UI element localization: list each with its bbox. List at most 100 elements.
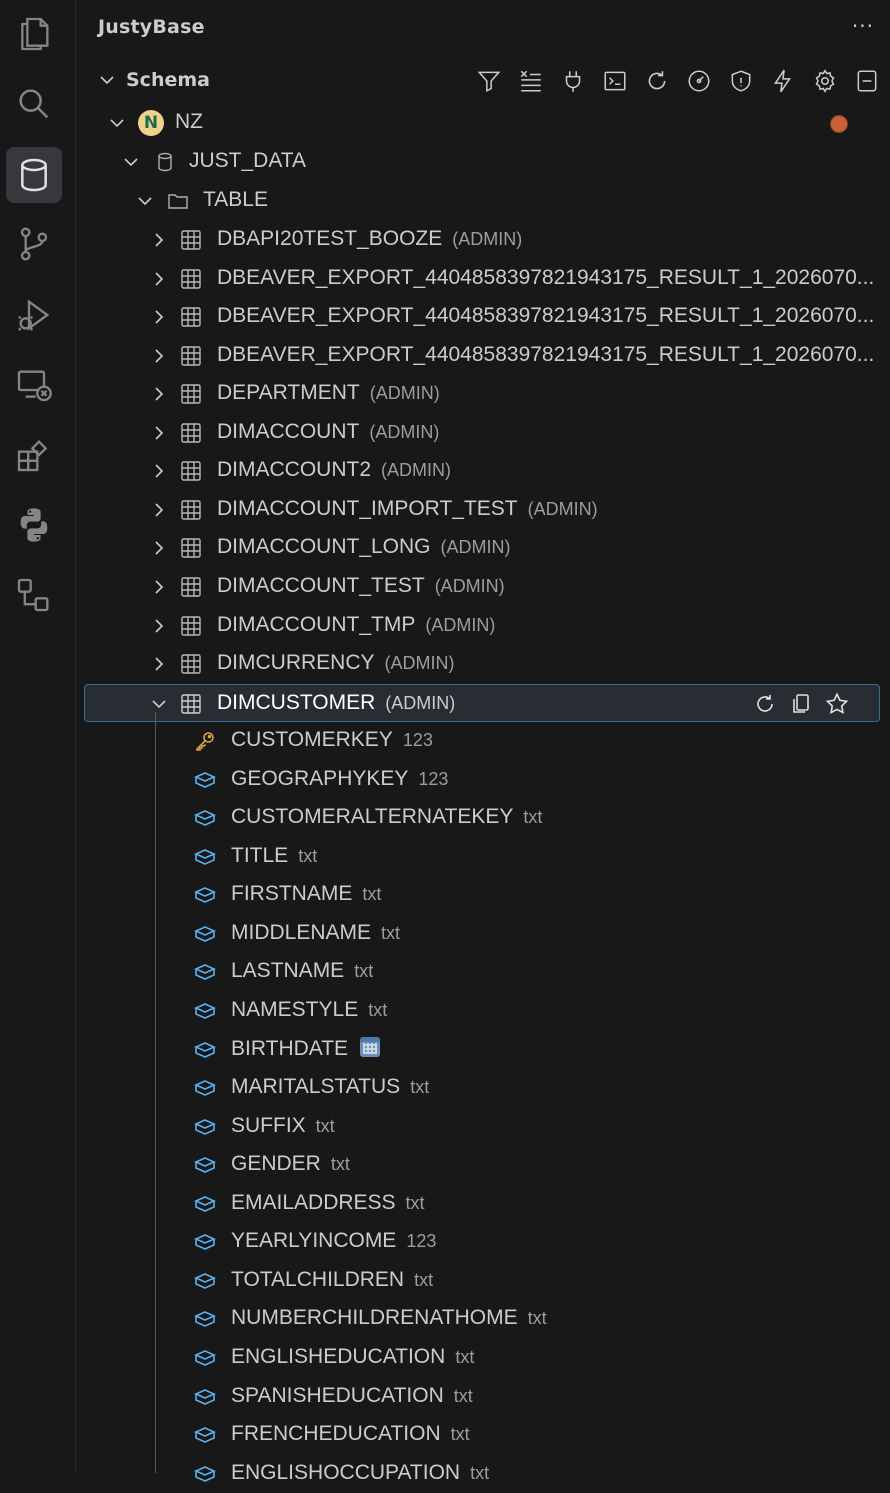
clear-filter-button[interactable] bbox=[516, 66, 546, 96]
date-type-icon bbox=[360, 1036, 381, 1057]
table-name: DBEAVER_EXPORT_4404858397821943175_RESUL… bbox=[217, 304, 875, 328]
column-icon bbox=[194, 1311, 216, 1328]
python-button[interactable] bbox=[6, 497, 62, 553]
tree-column-row[interactable]: TOTALCHILDREN txt bbox=[77, 1262, 890, 1300]
tree-column-row[interactable]: LASTNAME txt bbox=[77, 953, 890, 991]
column-type: txt bbox=[368, 1000, 388, 1020]
tree-table-row[interactable]: DIMACCOUNT (ADMIN) bbox=[77, 414, 890, 452]
tree-column-row[interactable]: GENDER txt bbox=[77, 1146, 890, 1184]
terminal-button[interactable] bbox=[600, 66, 630, 96]
tree-table-row[interactable]: DIMCURRENCY (ADMIN) bbox=[77, 645, 890, 683]
tree-column-row[interactable]: FRENCHEDUCATION txt bbox=[77, 1416, 890, 1454]
schema-section-header[interactable]: Schema bbox=[77, 62, 890, 100]
column-name: GENDER bbox=[231, 1152, 321, 1176]
settings-button[interactable] bbox=[810, 66, 840, 96]
column-type: txt bbox=[453, 1385, 473, 1406]
column-type: 123 bbox=[406, 1231, 437, 1252]
tree-folder-table[interactable]: TABLE bbox=[77, 182, 890, 220]
dashboard-button[interactable] bbox=[684, 66, 714, 96]
tree-table-row[interactable]: DEPARTMENT (ADMIN) bbox=[77, 375, 890, 413]
tree-table-row-selected[interactable]: DIMCUSTOMER (ADMIN) bbox=[84, 683, 880, 722]
tree-table-row[interactable]: DIMACCOUNT_TEST (ADMIN) bbox=[77, 568, 890, 606]
tree-column-row[interactable]: FIRSTNAME txt bbox=[77, 876, 890, 914]
refresh-table-button[interactable] bbox=[751, 690, 779, 718]
tree-column-row[interactable]: CUSTOMERKEY 123 bbox=[77, 722, 890, 760]
tree-column-row[interactable]: SPANISHEDUCATION txt bbox=[77, 1378, 890, 1416]
tree-table-row[interactable]: DBAPI20TEST_BOOZE (ADMIN) bbox=[77, 221, 890, 259]
column-icon bbox=[194, 1388, 216, 1405]
table-owner: (ADMIN) bbox=[452, 229, 523, 249]
column-name: SUFFIX bbox=[231, 1113, 306, 1137]
chevron-right-icon bbox=[155, 310, 164, 324]
tree-table-row[interactable]: DBEAVER_EXPORT_4404858397821943175_RESUL… bbox=[77, 337, 890, 375]
tree-column-row[interactable]: YEARLYINCOME 123 bbox=[77, 1223, 890, 1261]
column-icon bbox=[194, 1272, 216, 1289]
copy-button[interactable] bbox=[787, 690, 815, 718]
source-control-button[interactable] bbox=[6, 216, 62, 272]
tree-column-row[interactable]: MIDDLENAME txt bbox=[77, 915, 890, 953]
tree-table-row[interactable]: DIMACCOUNT_LONG (ADMIN) bbox=[77, 529, 890, 567]
chevron-right-icon bbox=[155, 387, 164, 401]
column-type: txt bbox=[405, 1192, 425, 1213]
tree-column-row[interactable]: NUMBERCHILDRENATHOME txt bbox=[77, 1300, 890, 1338]
tree-column-row[interactable]: BIRTHDATE bbox=[77, 1031, 890, 1069]
security-button[interactable] bbox=[726, 66, 756, 96]
remote-explorer-button[interactable] bbox=[6, 357, 62, 413]
tree-column-row[interactable]: TITLE txt bbox=[77, 838, 890, 876]
table-name: DBEAVER_EXPORT_4404858397821943175_RESUL… bbox=[217, 342, 875, 366]
tree-column-row[interactable]: CUSTOMERALTERNATEKEY txt bbox=[77, 799, 890, 837]
table-icon bbox=[181, 500, 201, 520]
shield-icon bbox=[731, 70, 751, 92]
tree-table-row[interactable]: DBEAVER_EXPORT_4404858397821943175_RESUL… bbox=[77, 298, 890, 336]
plug-icon bbox=[565, 71, 581, 92]
column-name: CUSTOMERALTERNATEKEY bbox=[231, 805, 514, 829]
chevron-right-icon bbox=[155, 657, 164, 671]
tree-connection-nz[interactable]: N NZ bbox=[77, 104, 890, 142]
tree-table-row[interactable]: DBEAVER_EXPORT_4404858397821943175_RESUL… bbox=[77, 260, 890, 298]
tree-column-row[interactable]: SUFFIX txt bbox=[77, 1108, 890, 1146]
netezza-logo-icon: N bbox=[138, 110, 164, 136]
table-icon bbox=[181, 230, 201, 250]
tree-column-row[interactable]: EMAILADDRESS txt bbox=[77, 1185, 890, 1223]
table-owner: (ADMIN) bbox=[440, 537, 511, 558]
connect-button[interactable] bbox=[558, 66, 588, 96]
table-name: DIMACCOUNT_IMPORT_TEST bbox=[217, 496, 518, 520]
table-owner: (ADMIN) bbox=[381, 460, 452, 481]
chevron-right-icon bbox=[155, 349, 164, 363]
column-name: ENGLISHOCCUPATION bbox=[231, 1460, 461, 1484]
connection-status-indicator bbox=[830, 115, 848, 133]
explorer-button[interactable] bbox=[6, 6, 62, 62]
table-icon bbox=[181, 538, 201, 559]
chevron-down-icon bbox=[124, 158, 138, 167]
tree-column-row[interactable]: ENGLISHEDUCATION txt bbox=[77, 1339, 890, 1377]
refresh-icon bbox=[648, 71, 666, 90]
column-icon bbox=[194, 1041, 216, 1058]
tree-database-just-data[interactable]: JUST_DATA bbox=[77, 143, 890, 181]
column-icon bbox=[194, 1234, 216, 1251]
column-type: txt bbox=[330, 1154, 350, 1175]
collapse-all-icon bbox=[857, 70, 877, 92]
tree-column-row[interactable]: GEOGRAPHYKEY 123 bbox=[77, 761, 890, 799]
extensions-button[interactable] bbox=[6, 427, 62, 483]
diagram-button[interactable] bbox=[6, 567, 62, 623]
filter-button[interactable] bbox=[474, 66, 504, 96]
tree-table-row[interactable]: DIMACCOUNT_IMPORT_TEST (ADMIN) bbox=[77, 491, 890, 529]
table-name: DIMACCOUNT bbox=[217, 419, 360, 443]
tree-table-row[interactable]: DIMACCOUNT_TMP (ADMIN) bbox=[77, 607, 890, 645]
column-type: 123 bbox=[402, 730, 433, 751]
quick-action-button[interactable] bbox=[768, 66, 798, 96]
tree-table-row[interactable]: DIMACCOUNT2 (ADMIN) bbox=[77, 452, 890, 490]
run-debug-button[interactable] bbox=[6, 287, 62, 343]
collapse-all-button[interactable] bbox=[852, 66, 882, 96]
column-icon bbox=[194, 887, 216, 904]
lightning-icon bbox=[773, 69, 791, 93]
search-button[interactable] bbox=[6, 76, 62, 132]
refresh-button[interactable] bbox=[642, 66, 672, 96]
more-actions-button[interactable]: ··· bbox=[852, 14, 874, 38]
tree-column-row[interactable]: NAMESTYLE txt bbox=[77, 992, 890, 1030]
database-button[interactable] bbox=[6, 147, 62, 203]
column-name: SPANISHEDUCATION bbox=[231, 1383, 444, 1407]
tree-column-row[interactable]: ENGLISHOCCUPATION txt bbox=[77, 1455, 890, 1493]
favorite-button[interactable] bbox=[823, 690, 851, 718]
tree-column-row[interactable]: MARITALSTATUS txt bbox=[77, 1069, 890, 1107]
